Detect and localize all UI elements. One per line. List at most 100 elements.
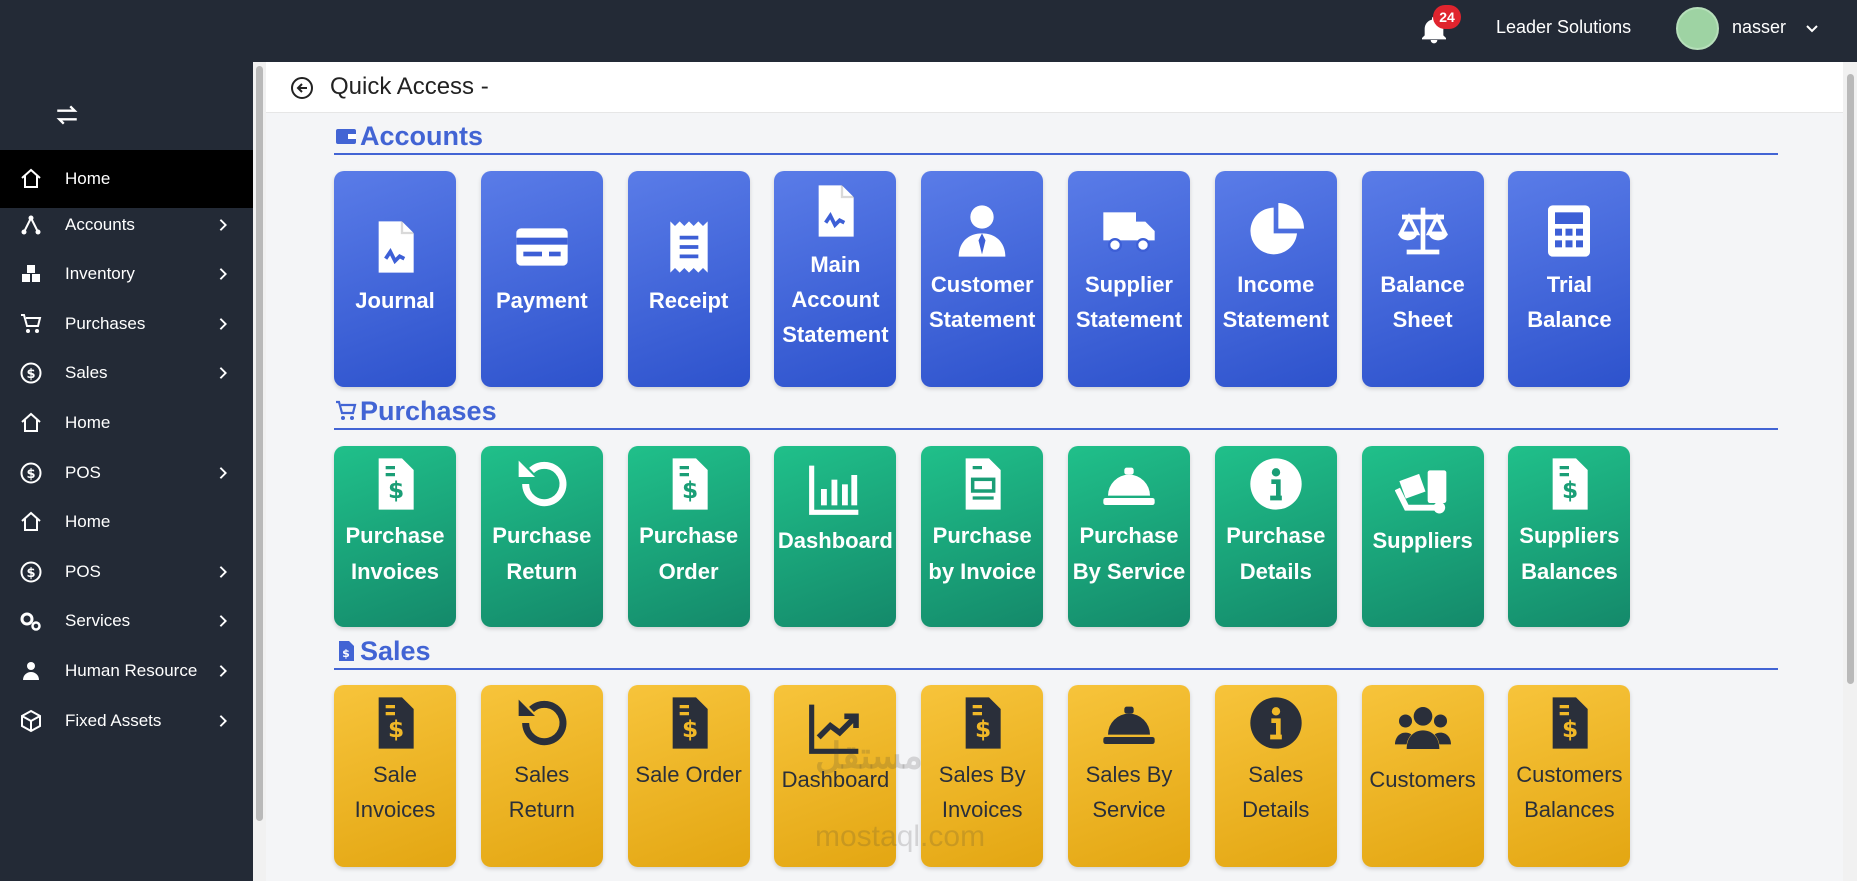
tile-label: Purchase Details [1226, 523, 1326, 584]
file-invoice-dollar-icon: $ [339, 641, 354, 661]
file-invoice-dollar-icon: $ [1553, 458, 1589, 510]
dollar-icon: $ [20, 561, 42, 583]
concierge-bell-icon [1103, 467, 1155, 505]
tile-label: Sales By Service [1085, 762, 1173, 822]
tile-purchases-suppliers[interactable]: Suppliers [1361, 446, 1484, 627]
svg-text:$: $ [975, 715, 991, 743]
tile-purchases-purchase-order[interactable]: $ Purchase Order [627, 446, 750, 627]
tile-purchases-suppliers-balances[interactable]: $ Suppliers Balances [1508, 446, 1631, 627]
tile-purchases-purchase-return[interactable]: Purchase Return [480, 446, 603, 627]
tile-sales-dashboard[interactable]: Dashboard [774, 685, 897, 867]
tile-purchases-purchase-invoices[interactable]: $ Purchase Invoices [334, 446, 456, 627]
swap-arrows-icon[interactable] [54, 102, 80, 128]
main-scrollbar-thumb[interactable] [1847, 74, 1854, 684]
sidebar: Home Accounts Inventory Purchases $ Sales Home… [0, 62, 253, 881]
tile-label: Sales By Invoices [938, 762, 1026, 822]
svg-text:$: $ [682, 476, 698, 504]
tile-label: Receipt [648, 288, 729, 313]
section-accounts-title: Accounts [334, 119, 1778, 155]
sidebar-item-label: Home [65, 512, 111, 532]
dollar-icon: $ [20, 462, 42, 484]
user-icon [23, 662, 39, 680]
tile-sales-sales-by-invoices[interactable]: $ Sales By Invoices [921, 685, 1044, 867]
tile-sales-sales-details[interactable]: Sales Details [1214, 685, 1337, 867]
tile-label: Purchase Order [639, 523, 739, 584]
home-icon [21, 511, 41, 532]
credit-card-icon [516, 228, 568, 266]
gears-icon [20, 612, 41, 632]
tile-sales-sales-by-service[interactable]: Sales By Service [1068, 685, 1190, 867]
chevron-right-icon [219, 615, 227, 628]
chevron-down-icon[interactable] [1804, 20, 1820, 36]
sidebar-item-label: Inventory [65, 264, 135, 284]
sidebar-item-label: Fixed Assets [65, 710, 162, 730]
tile-accounts-receipt[interactable]: Receipt [627, 171, 750, 387]
tile-label: Income Statement [1222, 272, 1329, 332]
info-circle-icon [1250, 697, 1302, 749]
username[interactable]: nasser [1732, 17, 1786, 38]
main-content: Quick Access - Accounts Journal Payment Re… [266, 62, 1843, 881]
tile-accounts-journal[interactable]: Journal [334, 171, 456, 387]
user-tie-icon [958, 205, 1006, 257]
tile-sales-sales-return[interactable]: Sales Return [480, 685, 603, 867]
cart-icon [21, 313, 42, 333]
back-arrow-icon[interactable] [290, 76, 314, 100]
tile-label: Sale Order [635, 762, 742, 787]
calculator-icon [1548, 205, 1591, 257]
sidebar-item-fixed-assets[interactable]: Fixed Assets [0, 692, 253, 750]
avatar[interactable] [1676, 7, 1719, 50]
tile-label: Customers Balances [1516, 762, 1623, 822]
svg-text:$: $ [342, 647, 350, 660]
tile-label: Customers [1369, 767, 1476, 792]
sidebar-item-label: Accounts [65, 214, 135, 234]
sidebar-item-label: Home [65, 413, 111, 432]
file-invoice-dollar-icon: $ [1553, 697, 1589, 749]
page-title: Quick Access - [330, 73, 489, 100]
tile-label: Purchase By Service [1072, 523, 1186, 584]
dolly-icon [1394, 470, 1446, 514]
file-invoice-dollar-icon: $ [965, 697, 1001, 749]
tile-accounts-main-account-statement[interactable]: Main Account Statement [774, 171, 897, 387]
chevron-right-icon [219, 466, 227, 479]
chevron-right-icon [219, 367, 227, 380]
inventory-icon [22, 265, 40, 283]
chevron-right-icon [219, 268, 227, 281]
dollar-icon: $ [20, 362, 42, 384]
scale-icon [1397, 207, 1448, 255]
chevron-right-icon [219, 714, 227, 727]
tile-sales-customers[interactable]: Customers [1361, 685, 1484, 867]
tile-label: Suppliers [1372, 528, 1473, 553]
tile-label: Purchase Invoices [345, 523, 445, 584]
svg-text:$: $ [682, 715, 698, 743]
tile-purchases-dashboard[interactable]: Dashboard [774, 446, 897, 627]
tile-purchases-purchase-details[interactable]: Purchase Details [1214, 446, 1337, 627]
sidebar-item-label: Services [65, 611, 131, 631]
wallet-icon [336, 129, 356, 144]
tile-purchases-purchase-by-service[interactable]: Purchase By Service [1068, 446, 1190, 627]
tile-label: Payment [495, 288, 588, 313]
home-icon [21, 168, 41, 188]
section-label: Sales [360, 635, 431, 666]
receipt-icon [669, 221, 708, 273]
notification-badge: 24 [1433, 5, 1461, 29]
tile-purchases-purchase-by-invoice[interactable]: Purchase by Invoice [921, 446, 1044, 627]
tile-label: Trial Balance [1527, 272, 1612, 332]
sidebar-item-label: Purchases [65, 313, 146, 333]
tile-accounts-balance-sheet[interactable]: Balance Sheet [1361, 171, 1484, 387]
box-icon [21, 709, 41, 732]
tile-label: Customer Statement [929, 272, 1036, 332]
tile-accounts-customer-statement[interactable]: Customer Statement [921, 171, 1044, 387]
tile-accounts-payment[interactable]: Payment [480, 171, 603, 387]
cart-icon [336, 400, 357, 420]
tile-label: Sale Invoices [354, 762, 436, 822]
tile-label: Suppliers Balances [1519, 523, 1620, 584]
tile-sales-sale-order[interactable]: $ Sale Order [627, 685, 750, 867]
sidebar-scrollbar-thumb[interactable] [256, 66, 263, 821]
tile-accounts-supplier-statement[interactable]: Supplier Statement [1068, 171, 1190, 387]
tile-sales-sale-invoices[interactable]: $ Sale Invoices [334, 685, 456, 867]
svg-text:$: $ [388, 476, 404, 504]
tile-accounts-trial-balance[interactable]: Trial Balance [1508, 171, 1631, 387]
tile-accounts-income-statement[interactable]: Income Statement [1214, 171, 1337, 387]
company-name: Leader Solutions [1496, 17, 1632, 37]
tile-sales-customers-balances[interactable]: $ Customers Balances [1508, 685, 1631, 867]
